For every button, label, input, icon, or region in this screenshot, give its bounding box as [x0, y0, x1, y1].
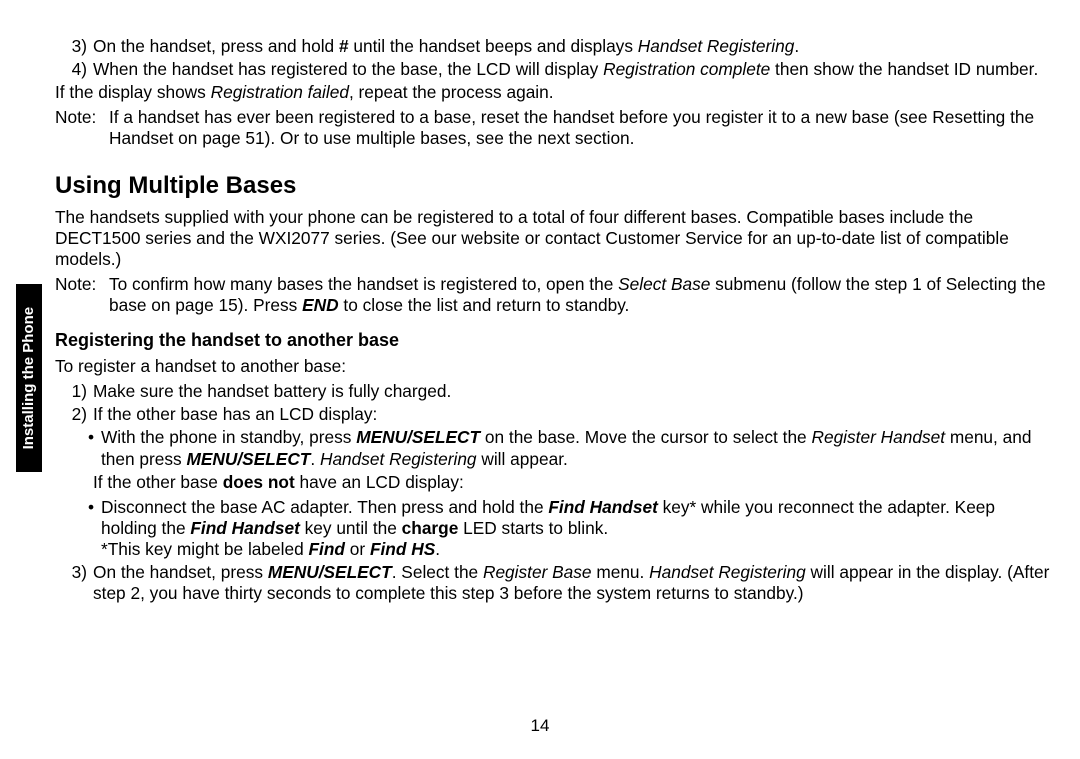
bullet-text: With the phone in standby, press MENU/SE…	[101, 427, 1050, 469]
text-fragment: LED starts to blink.	[458, 518, 608, 538]
register-base-menu: Register Base	[483, 562, 592, 582]
note-label: Note:	[55, 107, 109, 149]
handset-registering-label: Handset Registering	[638, 36, 795, 56]
intro-register-another: To register a handset to another base:	[55, 356, 1050, 377]
step-2-bullet-lcd: • With the phone in standby, press MENU/…	[55, 427, 1050, 469]
register-steps-list: 1) Make sure the handset battery is full…	[55, 381, 1050, 604]
list-marker: 2)	[55, 404, 93, 425]
text-fragment: *This key might be labeled	[101, 539, 309, 559]
registration-failed-line: If the display shows Registration failed…	[55, 82, 1050, 103]
text-fragment: until the handset beeps and displays	[349, 36, 638, 56]
find-handset-key: Find Handset	[548, 497, 657, 517]
text-fragment: will appear.	[477, 449, 568, 469]
list-text: When the handset has registered to the b…	[93, 59, 1050, 80]
side-tab-label: Installing the Phone	[20, 307, 38, 450]
text-fragment: .	[435, 539, 440, 559]
no-lcd-line: If the other base does not have an LCD d…	[93, 472, 1050, 493]
text-fragment: on the base. Move the cursor to select t…	[480, 427, 811, 447]
note-reset-handset: Note: If a handset has ever been registe…	[55, 107, 1050, 149]
list-marker: 1)	[55, 381, 93, 402]
text-fragment: key until the	[300, 518, 402, 538]
text-fragment: .	[310, 449, 320, 469]
handset-registering-label: Handset Registering	[320, 449, 477, 469]
manual-page: Installing the Phone 3) On the handset, …	[0, 0, 1080, 759]
note-text: If a handset has ever been registered to…	[109, 107, 1050, 149]
list-item-4: 4) When the handset has registered to th…	[55, 59, 1050, 80]
note-label: Note:	[55, 274, 109, 316]
page-number: 14	[0, 716, 1080, 737]
note-text: To confirm how many bases the handset is…	[109, 274, 1050, 316]
text-fragment: to close the list and return to standby.	[339, 295, 630, 315]
top-ordered-list: 3) On the handset, press and hold # unti…	[55, 36, 1050, 80]
section-body: The handsets supplied with your phone ca…	[55, 207, 1050, 270]
registration-failed-label: Registration failed	[211, 82, 349, 102]
find-hs-key-alt: Find HS	[370, 539, 435, 559]
text-fragment: If the display shows	[55, 82, 211, 102]
note-confirm-bases: Note: To confirm how many bases the hand…	[55, 274, 1050, 316]
list-text: Make sure the handset battery is fully c…	[93, 381, 1050, 402]
bullet-marker: •	[55, 427, 101, 469]
menu-select-key: MENU/SELECT	[356, 427, 480, 447]
text-fragment: menu.	[592, 562, 650, 582]
find-key-alt: Find	[309, 539, 345, 559]
select-base-label: Select Base	[618, 274, 710, 294]
text-fragment: . Select the	[392, 562, 483, 582]
bullet-marker: •	[55, 497, 101, 560]
text-fragment: When the handset has registered to the b…	[93, 59, 603, 79]
list-item-3: 3) On the handset, press and hold # unti…	[55, 36, 1050, 57]
menu-select-key: MENU/SELECT	[268, 562, 392, 582]
list-text: If the other base has an LCD display:	[93, 404, 1050, 425]
text-fragment: To confirm how many bases the handset is…	[109, 274, 618, 294]
step-3: 3) On the handset, press MENU/SELECT. Se…	[55, 562, 1050, 604]
menu-select-key: MENU/SELECT	[187, 449, 311, 469]
bullet-text: Disconnect the base AC adapter. Then pre…	[101, 497, 1050, 560]
text-fragment: have an LCD display:	[295, 472, 464, 492]
text-fragment: With the phone in standby, press	[101, 427, 356, 447]
list-marker: 3)	[55, 36, 93, 57]
text-fragment: .	[794, 36, 799, 56]
text-fragment: then show the handset ID number.	[770, 59, 1038, 79]
step-2: 2) If the other base has an LCD display:	[55, 404, 1050, 425]
charge-led: charge	[402, 518, 459, 538]
subsection-title-register-another-base: Registering the handset to another base	[55, 330, 1050, 352]
find-handset-key: Find Handset	[190, 518, 299, 538]
end-key: END	[302, 295, 339, 315]
list-text: On the handset, press MENU/SELECT. Selec…	[93, 562, 1050, 604]
register-handset-menu: Register Handset	[811, 427, 945, 447]
section-title-multiple-bases: Using Multiple Bases	[55, 171, 1050, 200]
list-marker: 3)	[55, 562, 93, 604]
does-not-emphasis: does not	[223, 472, 295, 492]
text-fragment: Disconnect the base AC adapter. Then pre…	[101, 497, 548, 517]
step-1: 1) Make sure the handset battery is full…	[55, 381, 1050, 402]
text-fragment: On the handset, press and hold	[93, 36, 339, 56]
text-fragment: or	[345, 539, 370, 559]
list-text: On the handset, press and hold # until t…	[93, 36, 1050, 57]
registration-complete-label: Registration complete	[603, 59, 770, 79]
handset-registering-label: Handset Registering	[649, 562, 806, 582]
text-fragment: On the handset, press	[93, 562, 268, 582]
text-fragment: , repeat the process again.	[349, 82, 554, 102]
step-2-bullet-no-lcd: • Disconnect the base AC adapter. Then p…	[55, 497, 1050, 560]
side-tab: Installing the Phone	[16, 284, 42, 472]
list-marker: 4)	[55, 59, 93, 80]
key-hash: #	[339, 36, 349, 56]
text-fragment: If the other base	[93, 472, 223, 492]
